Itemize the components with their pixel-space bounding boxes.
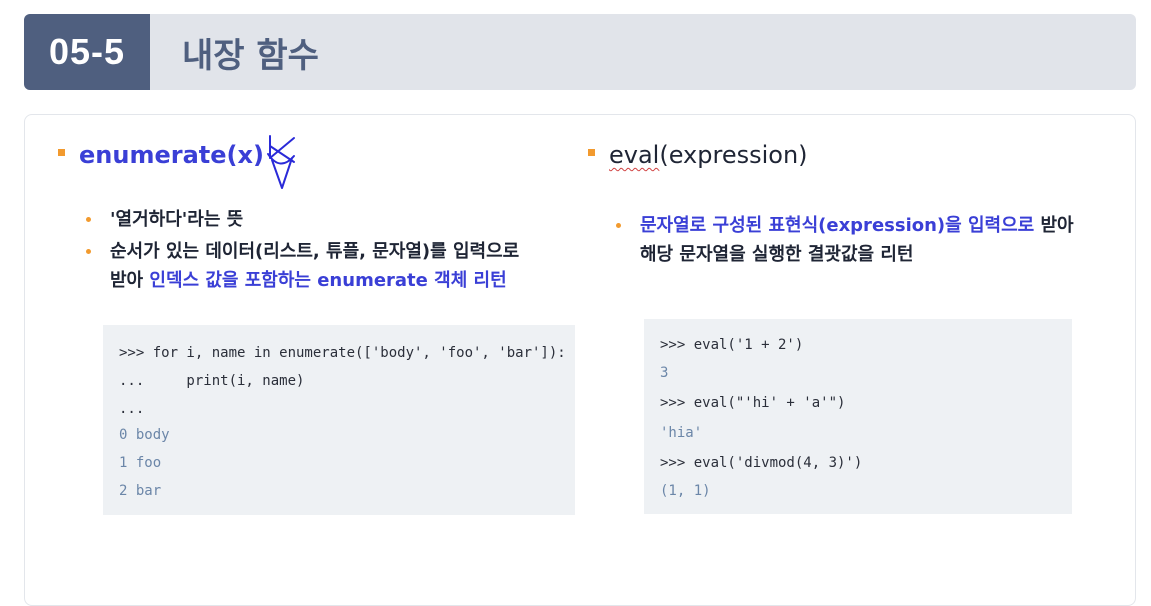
bullet-dot-icon <box>616 223 621 228</box>
code-line: ... <box>119 401 145 417</box>
eval-bullet-list: 문자열로 구성된 표현식(expression)을 입력으로 받아 해당 문자열… <box>616 211 1074 269</box>
list-item: 문자열로 구성된 표현식(expression)을 입력으로 받아 해당 문자열… <box>616 211 1074 269</box>
code-line: >>> eval('1 + 2') <box>660 337 804 353</box>
code-line: >>> eval('divmod(4, 3)') <box>660 455 863 471</box>
bullet-dot-icon <box>86 249 91 254</box>
code-line: ... print(i, name) <box>119 373 305 389</box>
section-number: 05-5 <box>24 14 150 90</box>
square-bullet-icon <box>588 148 595 156</box>
enumerate-heading-text: enumerate(x) <box>79 141 264 169</box>
bullet-text-line2: 해당 문자열을 실행한 결괏값을 리턴 <box>640 244 914 265</box>
list-item: 순서가 있는 데이터(리스트, 튜플, 문자열)를 입력으로 받아 인덱스 값을… <box>86 237 519 295</box>
bullet-text-line1: 순서가 있는 데이터(리스트, 튜플, 문자열)를 입력으로 <box>110 241 520 262</box>
square-bullet-icon <box>58 148 65 156</box>
code-line: 2 bar <box>119 483 162 499</box>
code-line: 3 <box>660 365 669 381</box>
bullet-dot-icon <box>86 217 91 222</box>
list-item: '열거하다'라는 뜻 <box>86 205 519 234</box>
code-line: (1, 1) <box>660 483 711 499</box>
eval-heading-args: (expression) <box>659 141 808 169</box>
bullet-highlight-text: 문자열로 구성된 표현식(expression)을 입력으로 <box>640 215 1035 236</box>
bullet-text: '열거하다'라는 뜻 <box>110 209 244 230</box>
eval-heading-keyword: eval <box>609 141 660 169</box>
code-line: >>> for i, name in enumerate(['body', 'f… <box>119 345 566 361</box>
bullet-text-line2: 받아 <box>110 270 150 291</box>
code-line: 0 body <box>119 427 170 443</box>
code-line: 'hia' <box>660 425 703 441</box>
eval-code-block: >>> eval('1 + 2') 3 >>> eval("'hi' + 'a'… <box>644 319 1072 514</box>
enumerate-heading: enumerate(x) <box>58 140 264 170</box>
bullet-highlight-text: 인덱스 값을 포함하는 enumerate 객체 리턴 <box>149 270 507 291</box>
eval-heading: eval (expression) <box>588 140 808 170</box>
code-line: 1 foo <box>119 455 162 471</box>
bullet-text-line1: 받아 <box>1034 215 1074 236</box>
enumerate-bullet-list: '열거하다'라는 뜻 순서가 있는 데이터(리스트, 튜플, 문자열)를 입력으… <box>86 205 519 295</box>
enumerate-code-block: >>> for i, name in enumerate(['body', 'f… <box>103 325 575 515</box>
handwritten-pen-mark <box>267 135 295 189</box>
code-line: >>> eval("'hi' + 'a'") <box>660 395 846 411</box>
page-title: 내장 함수 <box>182 35 319 76</box>
